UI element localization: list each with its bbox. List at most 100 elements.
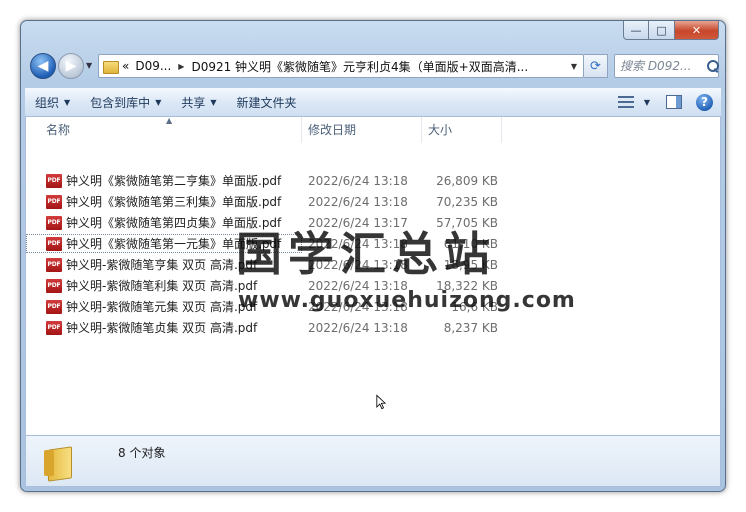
mouse-cursor-icon xyxy=(376,394,386,410)
back-button[interactable]: ◀ xyxy=(30,53,56,79)
column-header-size[interactable]: 大小 xyxy=(422,117,502,143)
pdf-icon: PDF xyxy=(46,236,62,251)
pdf-icon: PDF xyxy=(46,299,62,314)
file-name-cell[interactable]: PDF 钟义明-紫微随笔亨集 双页 高清.pdf xyxy=(26,255,302,274)
refresh-icon: ⟳ xyxy=(590,58,601,74)
file-date: 2022/6/24 13:18 xyxy=(308,320,408,335)
column-header-date-label: 修改日期 xyxy=(308,123,357,137)
breadcrumb-separator-icon[interactable]: ▶ xyxy=(174,62,188,71)
explorer-window: — □ ✕ ◀ ▶ ▼ « D09... ▶ D0921 钟义明《紫微随笔》元亨… xyxy=(20,20,726,492)
chevron-down-icon: ▼ xyxy=(210,97,217,107)
file-name: 钟义明《紫微随笔第三利集》单面版.pdf xyxy=(66,195,282,209)
file-date: 2022/6/24 13:18 xyxy=(308,257,408,272)
new-folder-button[interactable]: 新建文件夹 xyxy=(227,90,307,114)
close-button[interactable]: ✕ xyxy=(675,21,719,40)
pdf-icon: PDF xyxy=(46,173,62,188)
column-header-name-label: 名称 xyxy=(46,123,71,137)
new-folder-label: 新建文件夹 xyxy=(236,95,297,110)
item-count: 8 个对象 xyxy=(118,445,166,460)
file-size: 70,235 KB xyxy=(436,194,498,209)
search-icon[interactable] xyxy=(706,59,719,73)
chevron-down-icon[interactable]: ▼ xyxy=(644,98,650,107)
file-list: PDF 钟义明《紫微随笔第二亨集》单面版.pdf 2022/6/24 13:18… xyxy=(26,170,720,338)
file-size: 18,95 KB xyxy=(443,257,498,272)
file-size: 8,237 KB xyxy=(443,320,498,335)
file-name-cell[interactable]: PDF 钟义明《紫微随笔第一元集》单面版.pdf xyxy=(26,234,302,253)
pdf-icon: PDF xyxy=(46,194,62,209)
recent-pages-dropdown-icon[interactable]: ▼ xyxy=(86,61,92,70)
share-menu[interactable]: 共享 ▼ xyxy=(171,90,226,114)
file-size: 61,10 KB xyxy=(443,236,498,251)
forward-button[interactable]: ▶ xyxy=(58,53,84,79)
file-row[interactable]: PDF 钟义明《紫微随笔第二亨集》单面版.pdf 2022/6/24 13:18… xyxy=(26,170,720,191)
toolbar-right: ▼ ? xyxy=(612,90,721,114)
file-name-cell[interactable]: PDF 钟义明《紫微随笔第三利集》单面版.pdf xyxy=(26,192,302,211)
file-row[interactable]: PDF 钟义明-紫微随笔利集 双页 高清.pdf 2022/6/24 13:18… xyxy=(26,275,720,296)
file-date: 2022/6/24 13:17 xyxy=(308,215,408,230)
file-row[interactable]: PDF 钟义明-紫微随笔贞集 双页 高清.pdf 2022/6/24 13:18… xyxy=(26,317,720,338)
column-header-name[interactable]: ▲ 名称 xyxy=(26,116,302,143)
change-view-button[interactable]: ▼ xyxy=(612,90,656,114)
share-label: 共享 xyxy=(181,95,206,110)
pdf-icon: PDF xyxy=(46,257,62,272)
views-icon xyxy=(617,95,634,109)
include-in-library-label: 包含到库中 xyxy=(90,95,151,110)
pdf-icon: PDF xyxy=(46,320,62,335)
file-size: 18,322 KB xyxy=(436,278,498,293)
include-in-library-menu[interactable]: 包含到库中 ▼ xyxy=(80,90,171,114)
search-input[interactable] xyxy=(620,59,704,73)
folder-icon xyxy=(103,59,119,74)
maximize-button[interactable]: □ xyxy=(649,21,675,40)
file-size: 26,809 KB xyxy=(436,173,498,188)
address-bar[interactable]: « D09... ▶ D0921 钟义明《紫微随笔》元亨利贞4集（单面版+双面高… xyxy=(98,54,584,78)
column-headers: ▲ 名称 修改日期 大小 xyxy=(26,116,720,143)
file-date: 2022/6/24 13:18 xyxy=(308,173,408,188)
help-icon[interactable]: ? xyxy=(696,93,713,111)
file-name: 钟义明《紫微随笔第二亨集》单面版.pdf xyxy=(66,174,282,188)
file-row[interactable]: PDF 钟义明《紫微随笔第三利集》单面版.pdf 2022/6/24 13:18… xyxy=(26,191,720,212)
folder-icon xyxy=(44,444,78,478)
file-name: 钟义明《紫微随笔第一元集》单面版.pdf xyxy=(66,237,282,251)
file-date: 2022/6/24 13:18 xyxy=(308,236,408,251)
file-name-cell[interactable]: PDF 钟义明-紫微随笔贞集 双页 高清.pdf xyxy=(26,318,302,337)
forward-arrow-icon: ▶ xyxy=(65,58,77,74)
file-row[interactable]: PDF 钟义明《紫微随笔第一元集》单面版.pdf 2022/6/24 13:18… xyxy=(26,233,720,254)
sort-ascending-icon: ▲ xyxy=(166,116,173,125)
file-date: 2022/6/24 13:18 xyxy=(308,194,408,209)
details-pane: 8 个对象 xyxy=(25,435,721,487)
file-name: 钟义明-紫微随笔亨集 双页 高清.pdf xyxy=(66,258,258,272)
address-dropdown-icon[interactable]: ▼ xyxy=(565,62,583,71)
chevron-down-icon: ▼ xyxy=(155,97,162,107)
file-name: 钟义明-紫微随笔利集 双页 高清.pdf xyxy=(66,279,258,293)
organize-menu[interactable]: 组织 ▼ xyxy=(25,90,80,114)
file-name: 钟义明《紫微随笔第四贞集》单面版.pdf xyxy=(66,216,282,230)
column-header-size-label: 大小 xyxy=(428,123,453,137)
organize-label: 组织 xyxy=(35,95,60,110)
refresh-button[interactable]: ⟳ xyxy=(584,54,608,78)
column-header-date-modified[interactable]: 修改日期 xyxy=(302,117,422,143)
file-name: 钟义明-紫微随笔元集 双页 高清.pdf xyxy=(66,300,258,314)
file-row[interactable]: PDF 钟义明-紫微随笔元集 双页 高清.pdf 2022/6/24 13:18… xyxy=(26,296,720,317)
preview-pane-icon[interactable] xyxy=(666,95,682,109)
file-name-cell[interactable]: PDF 钟义明《紫微随笔第四贞集》单面版.pdf xyxy=(26,213,302,232)
file-name: 钟义明-紫微随笔贞集 双页 高清.pdf xyxy=(66,321,258,335)
file-size: 16,6 KB xyxy=(451,299,498,314)
file-row[interactable]: PDF 钟义明《紫微随笔第四贞集》单面版.pdf 2022/6/24 13:17… xyxy=(26,212,720,233)
navigation-bar: ◀ ▶ ▼ « D09... ▶ D0921 钟义明《紫微随笔》元亨利贞4集（单… xyxy=(21,49,725,83)
breadcrumb-current[interactable]: D0921 钟义明《紫微随笔》元亨利贞4集（单面版+双面高清... xyxy=(188,58,531,75)
breadcrumb-overflow[interactable]: « xyxy=(119,59,132,73)
file-name-cell[interactable]: PDF 钟义明《紫微随笔第二亨集》单面版.pdf xyxy=(26,171,302,190)
file-name-cell[interactable]: PDF 钟义明-紫微随笔元集 双页 高清.pdf xyxy=(26,297,302,316)
pdf-icon: PDF xyxy=(46,215,62,230)
file-name-cell[interactable]: PDF 钟义明-紫微随笔利集 双页 高清.pdf xyxy=(26,276,302,295)
file-view: ▲ 名称 修改日期 大小 PDF 钟义明《紫微随笔第二亨集》单面版.pdf 20… xyxy=(25,116,721,435)
file-date: 2022/6/24 13:18 xyxy=(308,299,408,314)
minimize-button[interactable]: — xyxy=(623,21,649,40)
file-row[interactable]: PDF 钟义明-紫微随笔亨集 双页 高清.pdf 2022/6/24 13:18… xyxy=(26,254,720,275)
breadcrumb-parent[interactable]: D09... xyxy=(132,59,174,73)
caption-buttons: — □ ✕ xyxy=(623,21,719,40)
pdf-icon: PDF xyxy=(46,278,62,293)
back-arrow-icon: ◀ xyxy=(37,58,49,74)
chevron-down-icon: ▼ xyxy=(64,97,71,107)
file-size: 57,705 KB xyxy=(436,215,498,230)
